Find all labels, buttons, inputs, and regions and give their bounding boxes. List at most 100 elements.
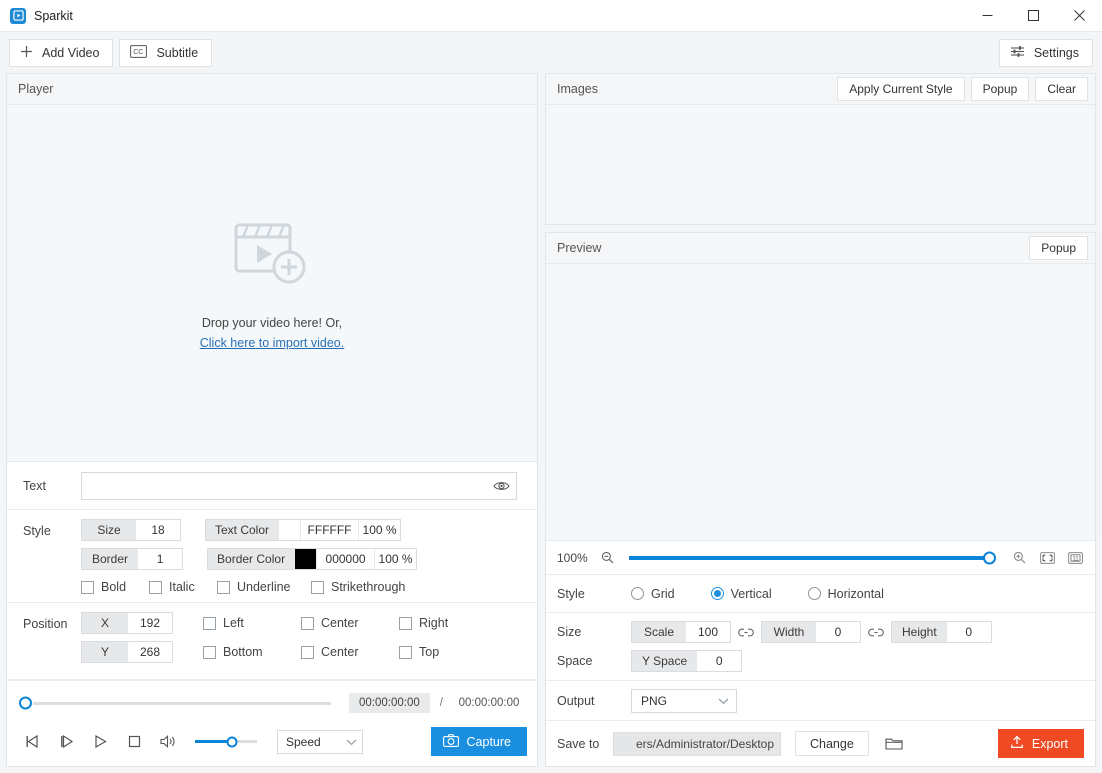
align-right-label: Right (419, 616, 449, 630)
zoom-out-icon[interactable] (597, 551, 617, 564)
italic-label: Italic (169, 580, 195, 594)
align-right-checkbox-box (399, 616, 412, 630)
images-list-area[interactable] (546, 105, 1095, 224)
images-clear-button[interactable]: Clear (1035, 77, 1088, 101)
subtitle-text-input[interactable] (81, 471, 517, 500)
align-left-checkbox[interactable]: Left (203, 616, 301, 630)
link-icon-2[interactable] (861, 627, 891, 638)
border-width-label: Border (82, 549, 139, 569)
bold-checkbox-box (81, 580, 94, 594)
style-line-2: Border 1 Border Color 000000 100 % (81, 548, 527, 570)
settings-button[interactable]: Settings (998, 38, 1093, 67)
video-drop-area[interactable]: Drop your video here! Or, Click here to … (7, 105, 537, 462)
play-button[interactable] (85, 729, 115, 755)
apply-current-style-button[interactable]: Apply Current Style (837, 77, 965, 101)
layout-horizontal-label: Horizontal (827, 586, 884, 601)
scale-field[interactable]: Scale 100 (631, 621, 731, 643)
layout-vertical-radio[interactable]: Vertical (710, 587, 772, 601)
zoom-slider-handle[interactable] (983, 551, 996, 564)
align-center-v-checkbox-box (301, 645, 314, 659)
plus-icon (20, 45, 33, 61)
bold-checkbox[interactable]: Bold (81, 580, 149, 594)
volume-icon[interactable] (153, 729, 183, 755)
previous-frame-button[interactable] (17, 729, 47, 755)
align-right-checkbox[interactable]: Right (399, 616, 497, 630)
y-space-field[interactable]: Y Space 0 (631, 650, 743, 672)
chevron-down-icon (340, 731, 362, 753)
position-x-field[interactable]: X 192 (81, 612, 173, 634)
add-video-button[interactable]: Add Video (9, 38, 114, 67)
underline-checkbox-box (217, 580, 230, 594)
width-field[interactable]: Width 0 (761, 621, 861, 643)
images-pane-title: Images (557, 82, 598, 96)
capture-button[interactable]: Capture (430, 727, 527, 756)
align-bottom-checkbox[interactable]: Bottom (203, 645, 301, 659)
text-color-field[interactable]: Text Color FFFFFF 100 % (205, 519, 402, 541)
border-width-field[interactable]: Border 1 (81, 548, 184, 570)
underline-checkbox[interactable]: Underline (217, 580, 311, 594)
align-center-h-checkbox[interactable]: Center (301, 616, 399, 630)
transport-controls: 00:00:00:00 / 00:00:00:00 Speed Capture (7, 680, 537, 766)
layout-grid-radio[interactable]: Grid (631, 587, 675, 601)
eye-icon[interactable] (493, 479, 510, 492)
zoom-in-icon[interactable] (1009, 551, 1029, 564)
preview-popup-button[interactable]: Popup (1029, 236, 1088, 260)
align-top-checkbox[interactable]: Top (399, 645, 497, 659)
subtitle-button[interactable]: CC Subtitle (119, 38, 213, 67)
border-color-field[interactable]: Border Color 000000 100 % (207, 548, 418, 570)
layout-horizontal-radio[interactable]: Horizontal (807, 586, 884, 601)
zoom-percent: 100% (557, 550, 588, 565)
underline-label: Underline (237, 580, 291, 594)
align-center-v-checkbox[interactable]: Center (301, 645, 399, 659)
close-button[interactable] (1056, 0, 1102, 32)
font-size-field[interactable]: Size 18 (81, 519, 181, 541)
speed-dropdown[interactable]: Speed (277, 729, 363, 754)
text-color-hex: FFFFFF (300, 520, 358, 540)
chevron-down-icon-output (710, 697, 736, 705)
height-field[interactable]: Height 0 (891, 621, 992, 643)
text-color-swatch[interactable] (278, 520, 301, 540)
preview-canvas[interactable] (546, 264, 1095, 541)
output-format-dropdown[interactable]: PNG (631, 688, 737, 713)
change-folder-button[interactable]: Change (795, 731, 869, 756)
link-icon[interactable] (731, 627, 761, 638)
fit-to-screen-icon[interactable] (1037, 551, 1057, 564)
stop-button[interactable] (119, 729, 149, 755)
next-frame-button[interactable] (51, 729, 81, 755)
import-video-link[interactable]: Click here to import video. (200, 336, 345, 350)
position-line-y: Y 268 Bottom Center Top (81, 641, 527, 663)
export-button[interactable]: Export (997, 729, 1084, 758)
position-y-field[interactable]: Y 268 (81, 641, 173, 663)
seek-slider[interactable] (19, 696, 332, 710)
upload-icon (1010, 735, 1024, 752)
closed-caption-icon: CC (130, 44, 148, 61)
border-color-swatch[interactable] (294, 549, 317, 569)
italic-checkbox-box (149, 580, 162, 594)
volume-slider-handle[interactable] (226, 736, 238, 747)
volume-slider[interactable] (195, 736, 257, 747)
export-label: Export (1031, 736, 1068, 751)
preview-scrollbar[interactable] (1096, 228, 1102, 538)
sparkit-window: Sparkit Add Video CC Subtitle Settings P… (0, 0, 1102, 773)
save-path-field[interactable]: ers/Administrator/Desktop (613, 731, 781, 756)
maximize-button[interactable] (1010, 0, 1056, 32)
seek-slider-handle[interactable] (19, 696, 32, 710)
italic-checkbox[interactable]: Italic (149, 580, 217, 594)
text-input-wrapper (81, 471, 517, 500)
minimize-button[interactable] (964, 0, 1010, 32)
text-color-label: Text Color (206, 520, 279, 540)
strikethrough-checkbox[interactable]: Strikethrough (311, 580, 405, 594)
title-bar: Sparkit (0, 0, 1102, 32)
align-top-label: Top (419, 645, 440, 659)
actual-size-icon[interactable]: 11 (1065, 551, 1085, 564)
capture-label: Capture (466, 734, 511, 749)
video-placeholder-icon (234, 217, 310, 290)
align-bottom-checkbox-box (203, 645, 216, 659)
preview-pane: Preview Popup 100% 11 Style Grid Vertica… (545, 232, 1096, 767)
zoom-slider[interactable] (629, 551, 996, 564)
playback-buttons: Speed Capture (17, 727, 527, 756)
images-popup-button[interactable]: Popup (970, 77, 1030, 101)
folder-icon[interactable] (885, 736, 903, 751)
align-bottom-label: Bottom (223, 645, 263, 659)
current-time: 00:00:00:00 (349, 693, 430, 713)
